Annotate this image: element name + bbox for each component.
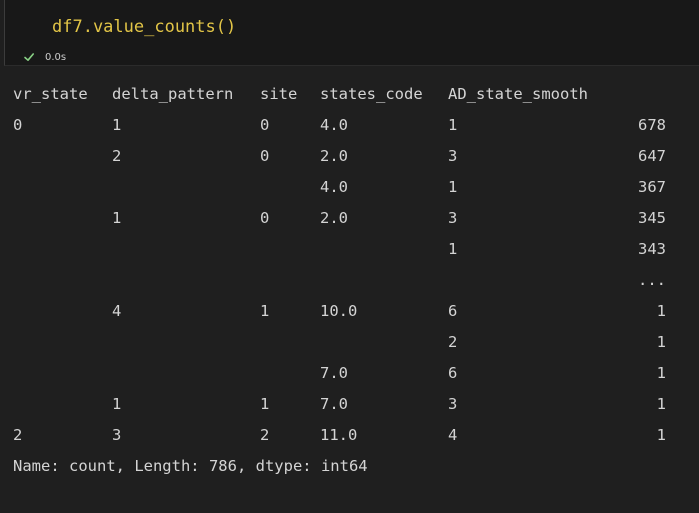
cell-states-code: 7.0 [320,364,348,382]
header-states-code: states_code [320,85,423,103]
header-delta-pattern: delta_pattern [112,85,234,103]
cell-states-code: 7.0 [320,395,348,413]
cell-delta-pattern: 1 [112,116,122,134]
cell-count: 1 [656,302,666,320]
cell-delta-pattern: 4 [112,302,122,320]
cell-delta-pattern: 1 [112,395,122,413]
header-vr-state: vr_state [13,85,88,103]
cell-ad-state-smooth: 6 [448,302,458,320]
cell-ad-state-smooth: 3 [448,209,458,227]
header-ad-state-smooth: AD_state_smooth [448,85,588,103]
cell-count: ... [638,271,666,289]
cell-site: 1 [260,302,270,320]
cell-states-code: 4.0 [320,178,348,196]
cell-ad-state-smooth: 1 [448,116,458,134]
cell-site: 0 [260,209,270,227]
cell-ad-state-smooth: 4 [448,426,458,444]
cell-site: 0 [260,147,270,165]
cell-vr-state: 2 [13,426,23,444]
cell-vr-state: 0 [13,116,23,134]
cell-site: 1 [260,395,270,413]
cell-ad-state-smooth: 6 [448,364,458,382]
cell-site: 2 [260,426,270,444]
cell-ad-state-smooth: 3 [448,395,458,413]
cell-output: vr_state delta_pattern site states_code … [0,0,699,513]
cell-delta-pattern: 2 [112,147,122,165]
cell-ad-state-smooth: 2 [448,333,458,351]
cell-ad-state-smooth: 1 [448,240,458,258]
cell-count: 1 [656,333,666,351]
series-footer: Name: count, Length: 786, dtype: int64 [13,457,368,475]
cell-site: 0 [260,116,270,134]
cell-delta-pattern: 1 [112,209,122,227]
cell-states-code: 11.0 [320,426,358,444]
cell-states-code: 2.0 [320,147,348,165]
cell-states-code: 2.0 [320,209,348,227]
cell-count: 1 [656,395,666,413]
cell-states-code: 4.0 [320,116,348,134]
cell-count: 345 [638,209,666,227]
cell-count: 1 [656,426,666,444]
cell-count: 647 [638,147,666,165]
cell-count: 1 [656,364,666,382]
cell-delta-pattern: 3 [112,426,122,444]
cell-ad-state-smooth: 1 [448,178,458,196]
cell-count: 367 [638,178,666,196]
cell-ad-state-smooth: 3 [448,147,458,165]
cell-states-code: 10.0 [320,302,358,320]
cell-count: 678 [638,116,666,134]
header-site: site [260,85,298,103]
cell-count: 343 [638,240,666,258]
